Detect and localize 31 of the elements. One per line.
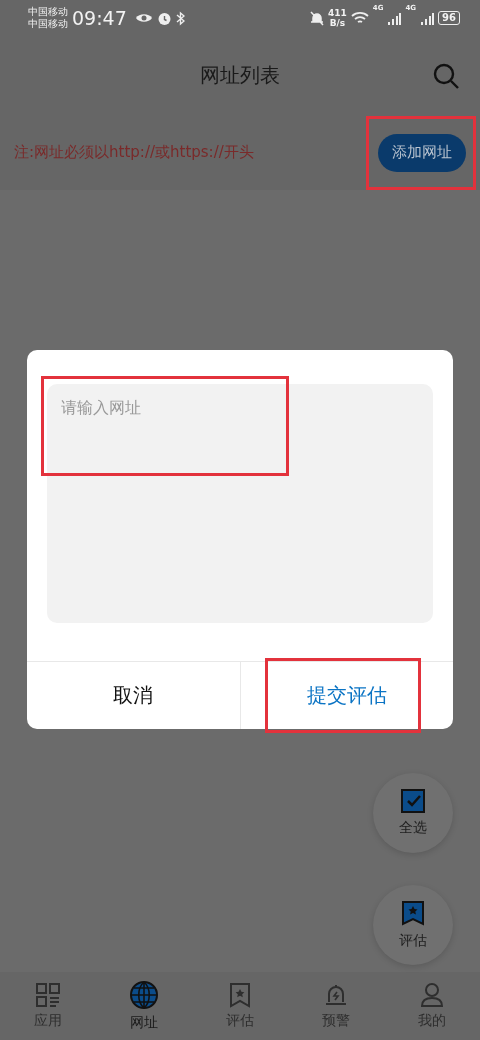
floating-action-button[interactable]: 全选 bbox=[373, 773, 453, 853]
battery-indicator: 96 bbox=[438, 11, 460, 25]
checkbox-icon bbox=[401, 789, 425, 813]
floating-action-button[interactable]: 评估 bbox=[373, 885, 453, 965]
eye-icon bbox=[134, 12, 153, 24]
wifi-icon bbox=[350, 11, 369, 25]
person-icon bbox=[419, 982, 445, 1008]
search-button[interactable] bbox=[432, 62, 460, 90]
add-url-button[interactable]: 添加网址 bbox=[378, 133, 466, 172]
signal-icon bbox=[420, 11, 435, 25]
grid-icon bbox=[35, 982, 61, 1008]
speed-value: 411 bbox=[328, 8, 347, 18]
page-title: 网址列表 bbox=[200, 62, 280, 89]
globe-icon bbox=[129, 980, 159, 1010]
submit-button[interactable]: 提交评估 bbox=[240, 662, 453, 729]
url-input-field[interactable]: 请输入网址 bbox=[47, 384, 433, 623]
nav-tab[interactable]: 评估 bbox=[192, 972, 288, 1040]
bookmark-star-icon bbox=[401, 900, 425, 926]
bell-icon bbox=[323, 982, 349, 1008]
carrier-label: 中国移动 bbox=[28, 6, 68, 18]
bookmark-star-icon bbox=[229, 982, 251, 1008]
carrier-label: 中国移动 bbox=[28, 18, 68, 30]
cancel-button[interactable]: 取消 bbox=[27, 662, 240, 729]
speed-unit: B/s bbox=[329, 18, 346, 28]
clock: 09:47 bbox=[72, 7, 127, 29]
signal-icon bbox=[387, 11, 402, 25]
alarm-icon bbox=[156, 10, 172, 26]
bluetooth-icon bbox=[175, 10, 185, 26]
nav-tab[interactable]: 我的 bbox=[384, 972, 480, 1040]
mute-bell-icon bbox=[310, 10, 325, 26]
nav-tab[interactable]: 网址 bbox=[96, 972, 192, 1040]
